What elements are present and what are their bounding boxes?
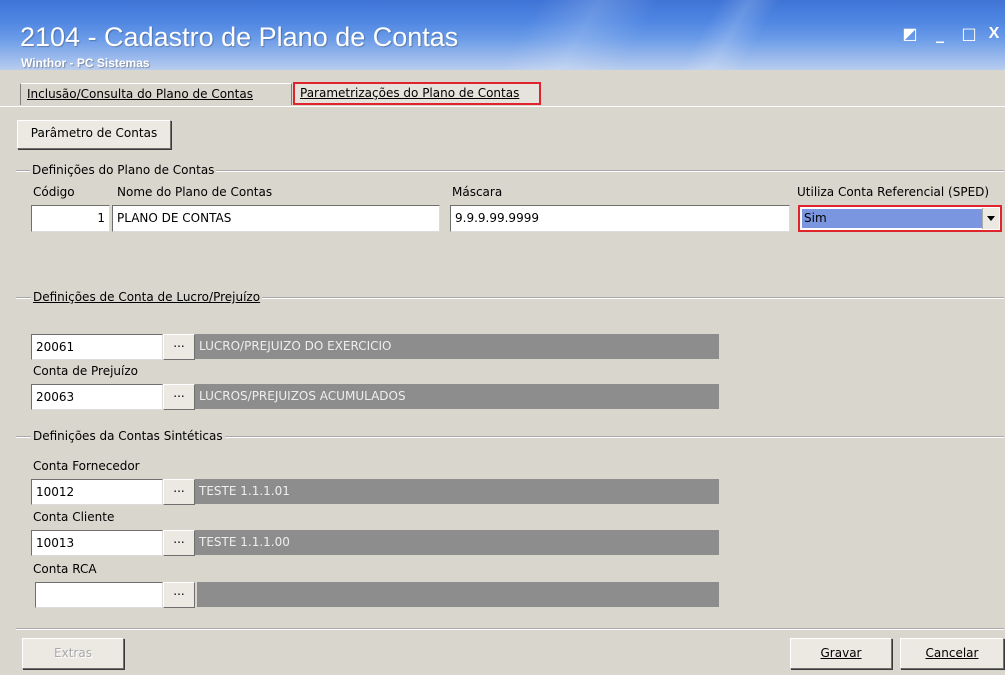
conta-prejuizo-label: Conta de Prejuízo — [33, 364, 139, 378]
sped-select[interactable]: Sim — [798, 205, 1002, 232]
title-bar-decoration — [679, 0, 781, 70]
conta-rca-description — [197, 582, 719, 607]
conta-fornecedor-label: Conta Fornecedor — [33, 459, 140, 473]
conta-fornecedor-lookup-button[interactable]: ... — [163, 479, 195, 505]
close-icon[interactable]: X — [985, 26, 1003, 42]
tab-label: Parametrizações do Plano de Contas — [300, 86, 520, 100]
lucro-legend-text: Definições de Conta de Lucro/Prejuízo — [33, 290, 261, 304]
conta-prejuizo-lookup-button[interactable]: ... — [163, 384, 195, 410]
extras-button[interactable]: Extras — [22, 638, 124, 669]
tab-parametrizacoes[interactable]: Parametrizações do Plano de Contas — [293, 82, 541, 105]
conta-rca-lookup-button[interactable]: ... — [163, 582, 195, 608]
mascara-label: Máscara — [452, 185, 503, 199]
parametro-de-contas-button[interactable]: Parâmetro de Contas — [17, 120, 171, 149]
conta-fornecedor-description: TESTE 1.1.1.01 — [195, 479, 719, 504]
sped-select-value: Sim — [802, 209, 984, 228]
title-bar: 2104 - Cadastro de Plano de Contas Winth… — [0, 0, 1005, 70]
minimize-icon[interactable]: _ — [931, 26, 949, 42]
application-window: 2104 - Cadastro de Plano de Contas Winth… — [0, 0, 1005, 675]
cancelar-label: Cancelar — [925, 646, 979, 660]
sped-label: Utiliza Conta Referencial (SPED) — [797, 185, 990, 199]
conta-cliente-label: Conta Cliente — [33, 510, 115, 524]
section-legend-lucro: Definições de Conta de Lucro/Prejuízo — [31, 290, 263, 304]
conta-cliente-lookup-button[interactable]: ... — [163, 530, 195, 556]
conta-cliente-description: TESTE 1.1.1.00 — [195, 530, 719, 555]
tab-strip: Inclusão/Consulta do Plano de Contas Par… — [0, 72, 1005, 107]
window-title: 2104 - Cadastro de Plano de Contas — [20, 22, 459, 52]
conta-rca-label: Conta RCA — [33, 562, 97, 576]
gravar-button[interactable]: Gravar — [790, 638, 892, 669]
codigo-label: Código — [33, 185, 75, 199]
maximize-icon[interactable]: □ — [960, 26, 978, 42]
restore-icon[interactable]: ◩ — [901, 26, 919, 42]
gravar-label: Gravar — [820, 646, 862, 660]
conta-fornecedor-code-field[interactable]: 10012 — [31, 479, 163, 505]
tab-inclusao-consulta[interactable]: Inclusão/Consulta do Plano de Contas — [20, 83, 292, 105]
nome-plano-label: Nome do Plano de Contas — [117, 185, 273, 199]
divider — [16, 628, 1004, 630]
cancelar-button[interactable]: Cancelar — [900, 638, 1004, 669]
section-legend-plano: Definições do Plano de Contas — [30, 163, 217, 177]
mascara-field[interactable]: 9.9.9.99.9999 — [450, 205, 790, 232]
section-legend-sinteticas: Definições da Contas Sintéticas — [31, 429, 225, 443]
window-subtitle: Winthor - PC Sistemas — [21, 56, 150, 70]
title-bar-decoration — [499, 0, 661, 70]
conta-lucro-code-field[interactable]: 20061 — [31, 334, 163, 360]
codigo-field[interactable]: 1 — [31, 205, 110, 232]
conta-prejuizo-code-field[interactable]: 20063 — [31, 384, 163, 410]
conta-prejuizo-description: LUCROS/PREJUIZOS ACUMULADOS — [195, 384, 719, 409]
chevron-down-icon[interactable] — [982, 208, 999, 229]
conta-rca-code-field[interactable] — [35, 582, 163, 608]
conta-cliente-code-field[interactable]: 10013 — [31, 530, 163, 556]
conta-lucro-lookup-button[interactable]: ... — [163, 334, 195, 360]
nome-plano-field[interactable]: PLANO DE CONTAS — [112, 205, 440, 232]
conta-lucro-description: LUCRO/PREJUIZO DO EXERCICIO — [195, 334, 719, 359]
tab-label: Inclusão/Consulta do Plano de Contas — [27, 87, 253, 101]
